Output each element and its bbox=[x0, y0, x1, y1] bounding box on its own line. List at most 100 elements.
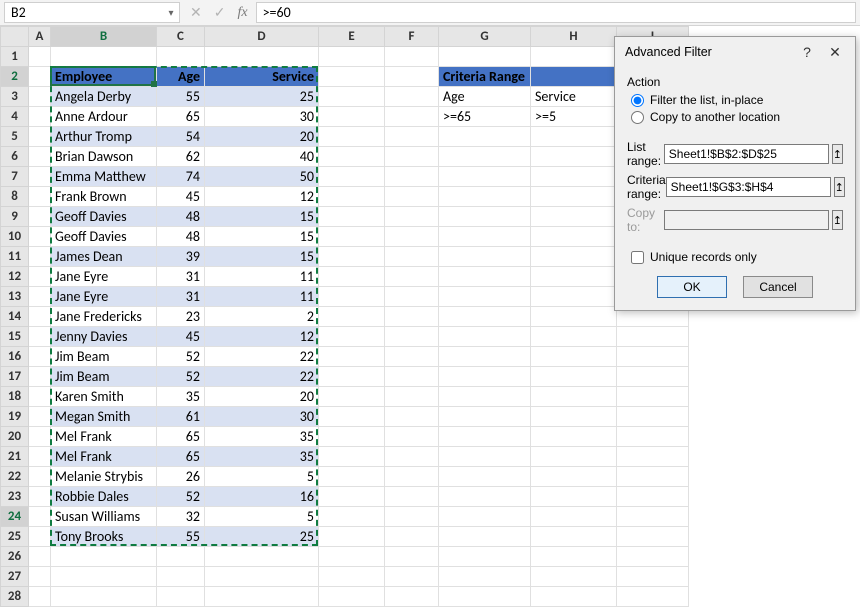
cell-A27[interactable] bbox=[29, 567, 51, 587]
cell-F17[interactable] bbox=[385, 367, 439, 387]
row-header-1[interactable]: 1 bbox=[1, 47, 29, 67]
cell-D3[interactable]: 25 bbox=[205, 87, 319, 107]
cell-A15[interactable] bbox=[29, 327, 51, 347]
cell-F10[interactable] bbox=[385, 227, 439, 247]
copy-to-picker-icon[interactable]: ↥ bbox=[832, 210, 843, 230]
cell-C9[interactable]: 48 bbox=[157, 207, 205, 227]
cell-C19[interactable]: 61 bbox=[157, 407, 205, 427]
cell-E19[interactable] bbox=[319, 407, 385, 427]
cell-E15[interactable] bbox=[319, 327, 385, 347]
cell-G21[interactable] bbox=[439, 447, 531, 467]
cell-A16[interactable] bbox=[29, 347, 51, 367]
cell-D18[interactable]: 20 bbox=[205, 387, 319, 407]
close-icon[interactable]: ✕ bbox=[821, 44, 849, 61]
cancel-button[interactable]: Cancel bbox=[743, 276, 813, 298]
cell-B10[interactable]: Geoff Davies bbox=[51, 227, 157, 247]
col-header-A[interactable]: A bbox=[29, 27, 51, 47]
cell-A25[interactable] bbox=[29, 527, 51, 547]
cell-C22[interactable]: 26 bbox=[157, 467, 205, 487]
cell-H25[interactable] bbox=[531, 527, 617, 547]
cell-G9[interactable] bbox=[439, 207, 531, 227]
cell-E8[interactable] bbox=[319, 187, 385, 207]
cell-G27[interactable] bbox=[439, 567, 531, 587]
cell-D4[interactable]: 30 bbox=[205, 107, 319, 127]
cell-F12[interactable] bbox=[385, 267, 439, 287]
cell-B26[interactable] bbox=[51, 547, 157, 567]
row-header-18[interactable]: 18 bbox=[1, 387, 29, 407]
cell-D10[interactable]: 15 bbox=[205, 227, 319, 247]
cell-B3[interactable]: Angela Derby bbox=[51, 87, 157, 107]
cell-E16[interactable] bbox=[319, 347, 385, 367]
cell-C25[interactable]: 55 bbox=[157, 527, 205, 547]
cell-A17[interactable] bbox=[29, 367, 51, 387]
cell-E14[interactable] bbox=[319, 307, 385, 327]
row-header-10[interactable]: 10 bbox=[1, 227, 29, 247]
cell-G8[interactable] bbox=[439, 187, 531, 207]
cell-F15[interactable] bbox=[385, 327, 439, 347]
cell-B18[interactable]: Karen Smith bbox=[51, 387, 157, 407]
col-header-H[interactable]: H bbox=[531, 27, 617, 47]
unique-records-option[interactable]: Unique records only bbox=[631, 250, 843, 264]
cell-A11[interactable] bbox=[29, 247, 51, 267]
cell-A24[interactable] bbox=[29, 507, 51, 527]
cell-H2[interactable] bbox=[531, 67, 617, 87]
row-header-19[interactable]: 19 bbox=[1, 407, 29, 427]
cell-I17[interactable] bbox=[617, 367, 689, 387]
cell-H16[interactable] bbox=[531, 347, 617, 367]
cell-D20[interactable]: 35 bbox=[205, 427, 319, 447]
cell-B23[interactable]: Robbie Dales bbox=[51, 487, 157, 507]
cell-F19[interactable] bbox=[385, 407, 439, 427]
cell-H8[interactable] bbox=[531, 187, 617, 207]
cell-D25[interactable]: 25 bbox=[205, 527, 319, 547]
cell-D13[interactable]: 11 bbox=[205, 287, 319, 307]
cell-A19[interactable] bbox=[29, 407, 51, 427]
cell-E11[interactable] bbox=[319, 247, 385, 267]
cell-A13[interactable] bbox=[29, 287, 51, 307]
cell-E22[interactable] bbox=[319, 467, 385, 487]
cell-F6[interactable] bbox=[385, 147, 439, 167]
cell-B20[interactable]: Mel Frank bbox=[51, 427, 157, 447]
cell-D14[interactable]: 2 bbox=[205, 307, 319, 327]
cell-B21[interactable]: Mel Frank bbox=[51, 447, 157, 467]
cell-G18[interactable] bbox=[439, 387, 531, 407]
row-header-25[interactable]: 25 bbox=[1, 527, 29, 547]
cell-C7[interactable]: 74 bbox=[157, 167, 205, 187]
cell-H1[interactable] bbox=[531, 47, 617, 67]
cell-C1[interactable] bbox=[157, 47, 205, 67]
cell-F28[interactable] bbox=[385, 587, 439, 607]
cell-B9[interactable]: Geoff Davies bbox=[51, 207, 157, 227]
cell-G15[interactable] bbox=[439, 327, 531, 347]
cell-H27[interactable] bbox=[531, 567, 617, 587]
cell-D21[interactable]: 35 bbox=[205, 447, 319, 467]
cell-C24[interactable]: 32 bbox=[157, 507, 205, 527]
cell-I23[interactable] bbox=[617, 487, 689, 507]
cell-G20[interactable] bbox=[439, 427, 531, 447]
cell-B15[interactable]: Jenny Davies bbox=[51, 327, 157, 347]
cell-I25[interactable] bbox=[617, 527, 689, 547]
cell-E25[interactable] bbox=[319, 527, 385, 547]
cell-A1[interactable] bbox=[29, 47, 51, 67]
cell-C4[interactable]: 65 bbox=[157, 107, 205, 127]
cell-E28[interactable] bbox=[319, 587, 385, 607]
cell-E4[interactable] bbox=[319, 107, 385, 127]
cell-G5[interactable] bbox=[439, 127, 531, 147]
cell-A14[interactable] bbox=[29, 307, 51, 327]
cell-G2[interactable]: Criteria Range bbox=[439, 67, 531, 87]
cell-E24[interactable] bbox=[319, 507, 385, 527]
row-header-28[interactable]: 28 bbox=[1, 587, 29, 607]
cell-H5[interactable] bbox=[531, 127, 617, 147]
cell-A23[interactable] bbox=[29, 487, 51, 507]
cell-C11[interactable]: 39 bbox=[157, 247, 205, 267]
cell-H3[interactable]: Service bbox=[531, 87, 617, 107]
row-header-17[interactable]: 17 bbox=[1, 367, 29, 387]
name-box-input[interactable] bbox=[5, 4, 163, 21]
cell-D17[interactable]: 22 bbox=[205, 367, 319, 387]
row-header-6[interactable]: 6 bbox=[1, 147, 29, 167]
cell-H24[interactable] bbox=[531, 507, 617, 527]
row-header-4[interactable]: 4 bbox=[1, 107, 29, 127]
cell-C3[interactable]: 55 bbox=[157, 87, 205, 107]
cell-F9[interactable] bbox=[385, 207, 439, 227]
cell-F25[interactable] bbox=[385, 527, 439, 547]
cell-F7[interactable] bbox=[385, 167, 439, 187]
cell-I24[interactable] bbox=[617, 507, 689, 527]
